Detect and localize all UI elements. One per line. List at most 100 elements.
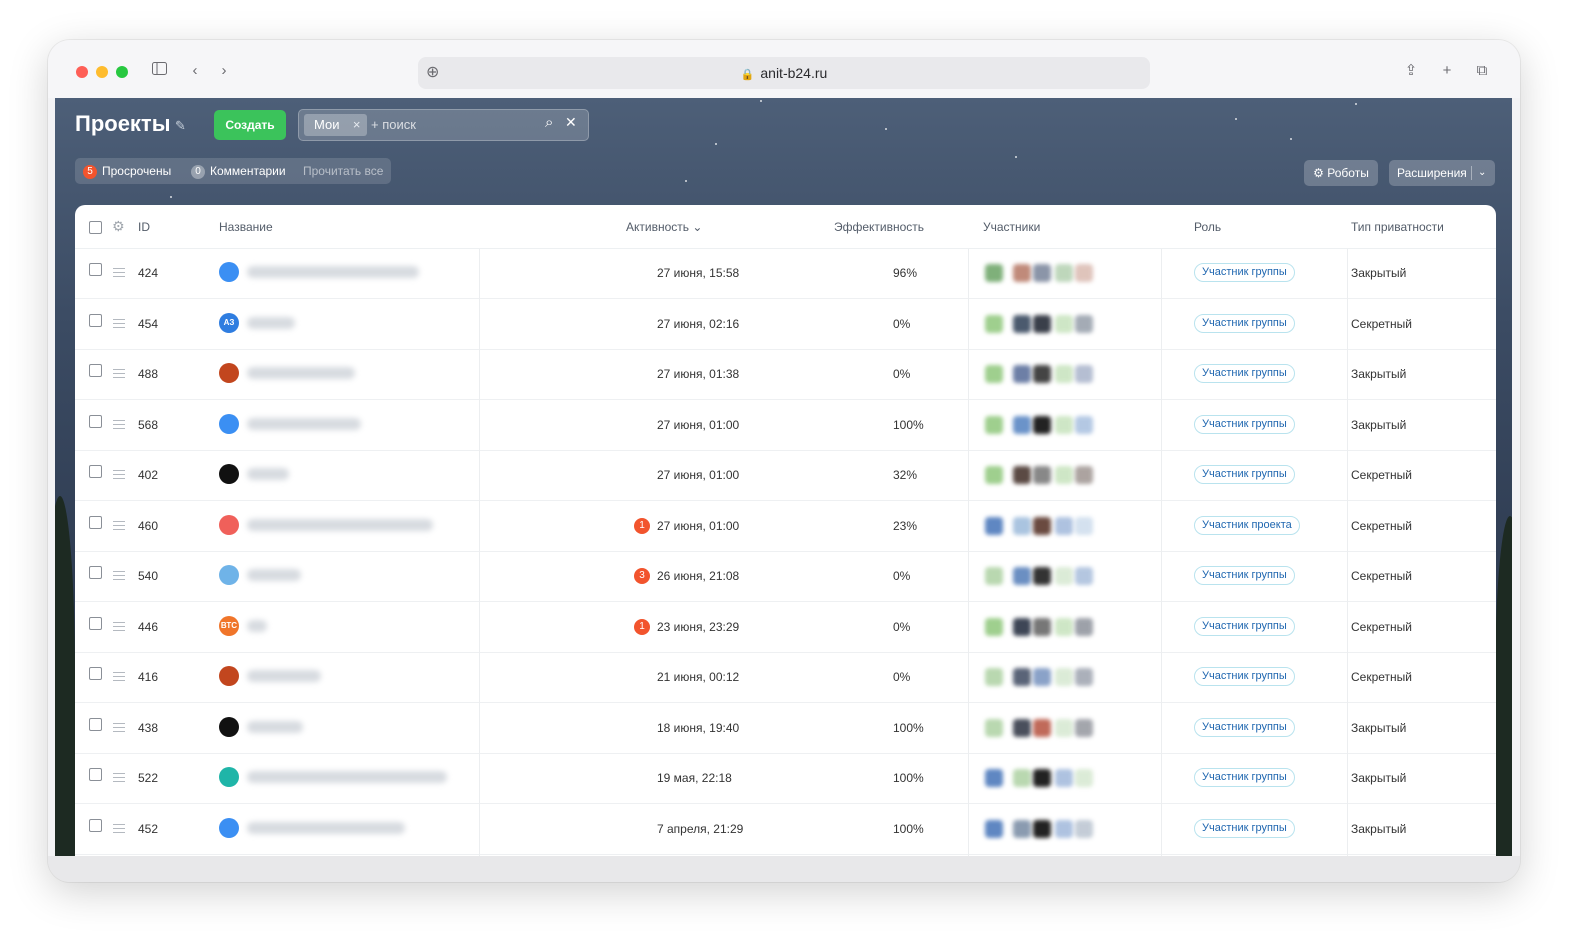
member-avatar[interactable] xyxy=(1033,466,1051,484)
member-avatar[interactable] xyxy=(985,365,1003,383)
filter-search-box[interactable]: Мои × + поиск ⌕ ✕ xyxy=(298,109,589,141)
member-avatar[interactable] xyxy=(1033,769,1051,787)
table-row[interactable]: 488 27 июня, 01:38 0% Участник группы Закрыт… xyxy=(75,350,1496,400)
member-avatar[interactable] xyxy=(1033,264,1051,282)
member-avatar[interactable] xyxy=(985,668,1003,686)
drag-handle-icon[interactable] xyxy=(113,621,125,631)
project-avatar[interactable]: АЗ xyxy=(219,312,239,333)
table-row[interactable]: 424 27 июня, 15:58 96% Участник группы Закры… xyxy=(75,249,1496,299)
member-avatar[interactable] xyxy=(1075,668,1093,686)
drag-handle-icon[interactable] xyxy=(113,369,125,378)
column-header-activity[interactable]: Активность ⌄ xyxy=(626,220,702,234)
table-row[interactable]: 446 ВТС 1 23 июня, 23:29 0% Участник группы Се… xyxy=(75,603,1496,653)
member-avatar[interactable] xyxy=(1033,668,1051,686)
member-avatar[interactable] xyxy=(1013,314,1031,333)
counter-overdue[interactable]: 5 Просрочены xyxy=(83,158,171,184)
member-avatar[interactable] xyxy=(1055,314,1073,333)
member-avatar[interactable] xyxy=(1055,415,1073,434)
member-avatar[interactable] xyxy=(1033,314,1051,333)
member-avatar[interactable] xyxy=(985,617,1003,636)
project-avatar[interactable]: ВТС xyxy=(219,615,239,636)
sidebar-toggle-icon[interactable] xyxy=(148,60,170,82)
member-avatar[interactable] xyxy=(1013,617,1031,636)
member-avatar[interactable] xyxy=(1055,718,1073,737)
back-icon[interactable]: ‹ xyxy=(184,60,206,82)
search-icon[interactable]: ⌕ xyxy=(545,114,553,131)
table-row[interactable]: 402 27 июня, 01:00 32% Участник группы Секре… xyxy=(75,451,1496,501)
project-name-redacted[interactable] xyxy=(247,316,295,329)
row-checkbox[interactable] xyxy=(89,667,102,680)
project-name-redacted[interactable] xyxy=(247,367,355,379)
drag-handle-icon[interactable] xyxy=(113,470,125,479)
project-name-redacted[interactable] xyxy=(247,720,303,733)
member-avatar[interactable] xyxy=(1075,567,1093,585)
column-header-privacy[interactable]: Тип приватности xyxy=(1351,220,1444,234)
project-name-redacted[interactable] xyxy=(247,468,289,480)
member-avatar[interactable] xyxy=(1055,668,1073,686)
row-checkbox[interactable] xyxy=(89,566,102,579)
column-header-name[interactable]: Название xyxy=(219,220,273,234)
member-avatar[interactable] xyxy=(985,264,1003,282)
activity-counter-badge[interactable]: 1 xyxy=(634,517,650,534)
project-avatar[interactable] xyxy=(219,363,239,383)
add-icon[interactable]: ⊕ xyxy=(426,57,439,89)
member-avatar[interactable] xyxy=(1055,466,1073,484)
counter-comments[interactable]: 0 Комментарии xyxy=(191,158,286,184)
forward-icon[interactable]: › xyxy=(213,60,235,82)
row-checkbox[interactable] xyxy=(89,616,102,630)
extensions-button[interactable]: Расширения ⌄ xyxy=(1389,160,1495,186)
drag-handle-icon[interactable] xyxy=(113,672,125,681)
row-checkbox[interactable] xyxy=(89,263,102,276)
member-avatar[interactable] xyxy=(1075,264,1093,282)
search-input[interactable]: + поиск xyxy=(371,117,416,132)
drag-handle-icon[interactable] xyxy=(113,318,125,328)
member-avatar[interactable] xyxy=(1055,264,1073,282)
member-avatar[interactable] xyxy=(1033,617,1051,636)
chevron-down-icon[interactable]: ⌄ xyxy=(1478,160,1486,186)
member-avatar[interactable] xyxy=(1075,718,1093,737)
member-avatar[interactable] xyxy=(1033,365,1051,383)
drag-handle-icon[interactable] xyxy=(113,268,125,277)
row-checkbox[interactable] xyxy=(89,414,102,428)
project-name-redacted[interactable] xyxy=(247,569,301,581)
row-checkbox[interactable] xyxy=(89,313,102,327)
grid-settings-icon[interactable]: ⚙ xyxy=(112,218,125,235)
project-name-redacted[interactable] xyxy=(247,518,433,531)
member-avatar[interactable] xyxy=(985,567,1003,585)
table-row[interactable]: 540 3 26 июня, 21:08 0% Участник группы Секре… xyxy=(75,552,1496,602)
pin-icon[interactable]: ✎ xyxy=(175,118,186,134)
member-avatar[interactable] xyxy=(1075,466,1093,484)
row-checkbox[interactable] xyxy=(89,818,102,832)
table-row[interactable]: 416 21 июня, 00:12 0% Участник группы Секрет… xyxy=(75,653,1496,703)
member-avatar[interactable] xyxy=(1055,617,1073,636)
project-name-redacted[interactable] xyxy=(247,266,419,278)
select-all-checkbox[interactable] xyxy=(89,221,102,234)
drag-handle-icon[interactable] xyxy=(113,823,125,833)
member-avatar[interactable] xyxy=(1075,819,1093,838)
member-avatar[interactable] xyxy=(985,769,1003,787)
table-row[interactable]: 522 19 мая, 22:18 100% Участник группы Закры… xyxy=(75,754,1496,804)
member-avatar[interactable] xyxy=(985,314,1003,333)
activity-counter-badge[interactable]: 3 xyxy=(634,568,650,584)
member-avatar[interactable] xyxy=(1013,466,1031,484)
member-avatar[interactable] xyxy=(985,466,1003,484)
robots-button[interactable]: ⚙ Роботы xyxy=(1304,160,1378,186)
member-avatar[interactable] xyxy=(1013,668,1031,686)
create-button[interactable]: Создать xyxy=(214,110,286,140)
column-header-id[interactable]: ID xyxy=(138,220,150,234)
project-avatar[interactable] xyxy=(219,464,239,484)
member-avatar[interactable] xyxy=(1033,718,1051,737)
project-avatar[interactable] xyxy=(219,716,239,737)
project-name-redacted[interactable] xyxy=(247,670,321,682)
row-checkbox[interactable] xyxy=(89,768,102,781)
clear-icon[interactable]: ✕ xyxy=(565,114,577,131)
project-avatar[interactable] xyxy=(219,262,239,282)
project-name-redacted[interactable] xyxy=(247,771,447,783)
member-avatar[interactable] xyxy=(1033,415,1051,434)
project-avatar[interactable] xyxy=(219,817,239,838)
drag-handle-icon[interactable] xyxy=(113,722,125,732)
project-name-redacted[interactable] xyxy=(247,821,405,834)
member-avatar[interactable] xyxy=(1033,516,1051,535)
member-avatar[interactable] xyxy=(1013,567,1031,585)
member-avatar[interactable] xyxy=(1075,314,1093,333)
